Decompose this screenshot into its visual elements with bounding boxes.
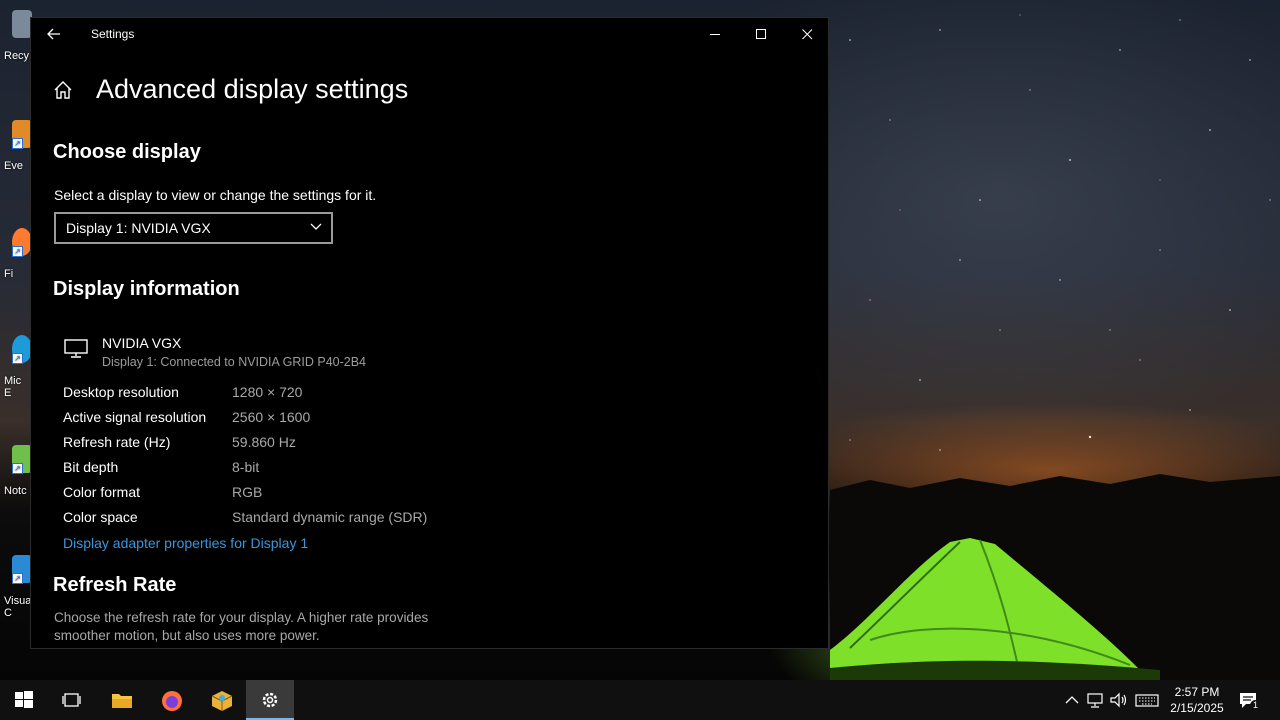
info-label: Desktop resolution: [63, 384, 179, 400]
info-value: 59.860 Hz: [232, 434, 296, 450]
package-icon: [211, 691, 233, 711]
info-label: Bit depth: [63, 459, 119, 475]
file-explorer-button[interactable]: [97, 680, 145, 720]
clock-date: 2/15/2025: [1170, 701, 1224, 715]
display-information-heading: Display information: [53, 278, 240, 300]
info-row-refresh-rate: Refresh rate (Hz) 59.860 Hz: [63, 434, 463, 454]
shortcut-arrow-icon: ↗: [12, 246, 23, 257]
shortcut-arrow-icon: ↗: [12, 573, 23, 584]
choose-display-instruction: Select a display to view or change the s…: [54, 187, 377, 203]
refresh-rate-heading: Refresh Rate: [53, 574, 177, 596]
close-icon: [802, 29, 813, 40]
info-value: Standard dynamic range (SDR): [232, 509, 428, 525]
monitor-icon: [64, 339, 88, 358]
info-label: Active signal resolution: [63, 409, 207, 425]
display-select-dropdown[interactable]: Display 1: NVIDIA VGX: [54, 212, 333, 244]
recycle-bin-icon: [12, 10, 32, 38]
settings-gear-icon: [262, 692, 278, 708]
page-title: Advanced display settings: [96, 74, 409, 104]
settings-window: Settings Advanced display settings Choos…: [30, 17, 829, 649]
keyboard-icon[interactable]: [1135, 690, 1159, 710]
desktop-icon-firefox[interactable]: ↗ Fi: [0, 228, 32, 298]
shortcut-arrow-icon: ↗: [12, 138, 23, 149]
shortcut-arrow-icon: ↗: [12, 353, 23, 364]
chevron-up-icon[interactable]: [1062, 690, 1082, 710]
desktop-icon-vscode[interactable]: ↗ Visua C: [0, 555, 32, 625]
maximize-button[interactable]: [738, 18, 784, 50]
info-value: 1280 × 720: [232, 384, 303, 400]
network-icon[interactable]: [1085, 690, 1105, 710]
chevron-down-icon: [310, 223, 322, 230]
desktop-icon-label: Eve: [4, 160, 23, 172]
desktop-icon-label: Fi: [4, 268, 14, 280]
desktop-icon-label: Recy: [4, 50, 30, 62]
desktop-icon-label: Mic E: [4, 375, 22, 399]
settings-taskbar-button[interactable]: [246, 680, 294, 720]
desktop-icon-label: Visua C: [4, 595, 32, 619]
minimize-icon: [710, 34, 720, 35]
display-adapter-properties-link[interactable]: Display adapter properties for Display 1: [63, 535, 308, 551]
home-icon[interactable]: [53, 80, 73, 100]
info-row-color-space: Color space Standard dynamic range (SDR): [63, 509, 463, 529]
windows-logo-icon: [15, 691, 33, 708]
desktop-icon-notepad[interactable]: ↗ Notc: [0, 445, 32, 515]
window-title: Settings: [91, 27, 135, 41]
display-select-value: Display 1: NVIDIA VGX: [66, 220, 211, 236]
title-bar[interactable]: Settings: [31, 18, 828, 50]
firefox-button[interactable]: [147, 680, 195, 720]
start-button[interactable]: [0, 680, 48, 720]
choose-display-heading: Choose display: [53, 141, 201, 163]
clock-time: 2:57 PM: [1174, 685, 1220, 699]
desktop-icon-recycle-bin[interactable]: Recy: [0, 10, 32, 80]
notification-count-badge: 1: [1250, 700, 1261, 711]
monitor-connection: Display 1: Connected to NVIDIA GRID P40-…: [102, 355, 367, 369]
info-row-active-signal-resolution: Active signal resolution 2560 × 1600: [63, 409, 463, 429]
system-clock[interactable]: 2:57 PM 2/15/2025: [1162, 684, 1232, 716]
info-row-desktop-resolution: Desktop resolution 1280 × 720: [63, 384, 463, 404]
firefox-icon: [162, 691, 182, 711]
package-app-button[interactable]: [197, 680, 245, 720]
task-view-icon: [62, 693, 81, 707]
shortcut-arrow-icon: ↗: [12, 463, 23, 474]
glowing-tent: [830, 538, 1160, 680]
info-label: Color format: [63, 484, 141, 500]
monitor-name: NVIDIA VGX: [102, 335, 182, 351]
task-view-button[interactable]: [48, 680, 96, 720]
info-value: 8-bit: [232, 459, 260, 475]
folder-icon: [112, 694, 132, 708]
minimize-button[interactable]: [692, 18, 738, 50]
volume-icon[interactable]: [1109, 690, 1129, 710]
action-center-button[interactable]: 1: [1236, 680, 1270, 720]
info-value: 2560 × 1600: [232, 409, 311, 425]
maximize-icon: [756, 29, 766, 39]
taskbar: 2:57 PM 2/15/2025 1: [0, 680, 1280, 720]
info-label: Refresh rate (Hz): [63, 434, 171, 450]
close-button[interactable]: [784, 18, 828, 50]
back-arrow-icon: [47, 28, 60, 40]
info-label: Color space: [63, 509, 138, 525]
starry-sky: [849, 14, 1271, 451]
back-button[interactable]: [41, 22, 67, 46]
refresh-rate-description: Choose the refresh rate for your display…: [54, 610, 429, 643]
info-row-color-format: Color format RGB: [63, 484, 463, 504]
desktop-icon-edge[interactable]: ↗ Mic E: [0, 335, 32, 405]
desktop-icon-label: Notc: [4, 485, 27, 497]
desktop-icon-everything[interactable]: ↗ Eve: [0, 120, 32, 190]
info-value: RGB: [232, 484, 263, 500]
info-row-bit-depth: Bit depth 8-bit: [63, 459, 463, 479]
